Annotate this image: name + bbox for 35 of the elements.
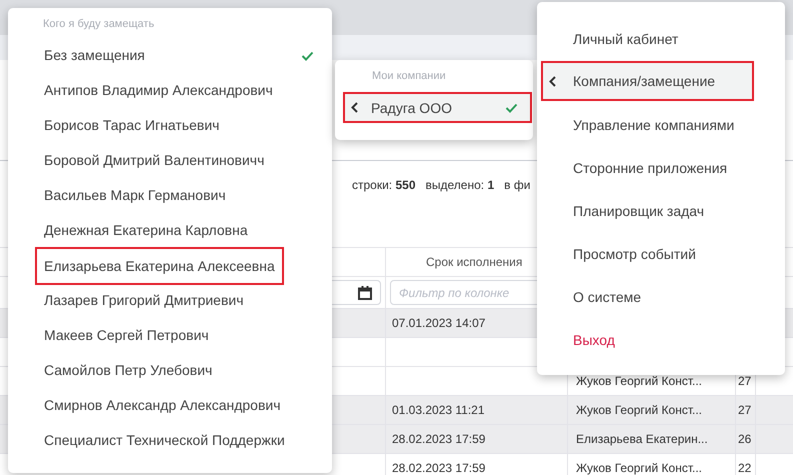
table-cell: 26 bbox=[738, 432, 752, 446]
table-stats: строки: 550 выделено: 1 в фи bbox=[352, 178, 530, 192]
table-cell: Жуков Георгий Конст... bbox=[576, 374, 702, 388]
table-cell: 28.02.2023 17:59 bbox=[392, 432, 486, 446]
menu-item[interactable]: Сторонние приложения bbox=[537, 146, 785, 189]
table-cell: Елизарьева Екатерин... bbox=[576, 432, 708, 446]
table-cell: Жуков Георгий Конст... bbox=[576, 403, 702, 417]
menu-item[interactable]: Выход bbox=[537, 318, 785, 361]
table-cell: 01.03.2023 11:21 bbox=[392, 403, 485, 417]
menu-item[interactable]: Елизарьева Екатерина Алексеевна bbox=[35, 246, 284, 284]
menu-item[interactable]: Личный кабинет bbox=[537, 17, 785, 60]
menu-item[interactable]: Планировщик задач bbox=[537, 189, 785, 232]
table-cell: 22 bbox=[738, 461, 752, 475]
menu-item[interactable]: Радуга ООО bbox=[343, 92, 532, 123]
table-cell: 07.01.2023 14:07 bbox=[392, 316, 486, 330]
menu-header: Кого я буду замещать bbox=[42, 17, 156, 32]
menu-item[interactable]: Васильев Марк Германович bbox=[35, 178, 235, 213]
menu-item[interactable]: Боровой Дмитрий Валентиновичч bbox=[35, 143, 274, 178]
menu-item[interactable]: Макеев Сергей Петрович bbox=[35, 318, 218, 353]
menu-header: Мои компании bbox=[371, 69, 447, 84]
chevron-left-icon bbox=[549, 76, 556, 86]
menu-item[interactable]: Лазарев Григорий Дмитриевич bbox=[35, 283, 253, 318]
menu-item[interactable]: Антипов Владимир Александрович bbox=[35, 73, 282, 108]
table-cell: 27 bbox=[738, 403, 752, 417]
check-icon bbox=[505, 102, 518, 112]
table-cell: Жуков Георгий Конст... bbox=[576, 461, 702, 475]
calendar-icon[interactable] bbox=[358, 286, 372, 300]
menu-item[interactable]: Компания/замещение bbox=[541, 61, 754, 101]
menu-item[interactable]: Денежная Екатерина Карловна bbox=[35, 213, 257, 248]
chevron-left-icon bbox=[351, 102, 358, 113]
menu-item[interactable]: Управление компаниями bbox=[537, 103, 785, 146]
table-cell: 28.02.2023 17:59 bbox=[392, 461, 486, 475]
menu-item[interactable]: Без замещения bbox=[35, 38, 154, 73]
table-cell: 27 bbox=[738, 374, 752, 388]
menu-item[interactable]: Борисов Тарас Игнатьевич bbox=[35, 108, 228, 143]
